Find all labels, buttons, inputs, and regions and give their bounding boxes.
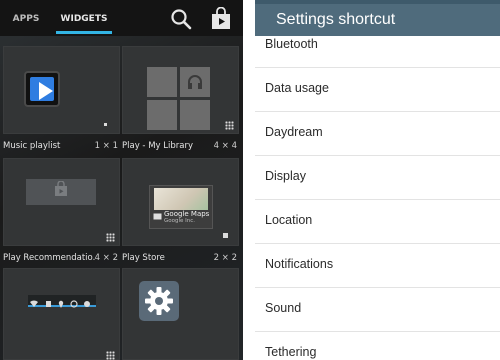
settings-shortcut-panel: Settings shortcut Bluetooth Data usage D… (255, 0, 500, 360)
search-icon[interactable] (170, 8, 192, 30)
widget-size: 2 × 2 (213, 253, 237, 263)
widget-tile-music-playlist[interactable] (3, 46, 120, 134)
settings-item-label: Sound (265, 301, 302, 315)
widget-tile-play-store[interactable]: Google Maps Google Inc. (122, 158, 239, 246)
preview-app-publisher: Google Inc. (164, 218, 196, 224)
settings-item-label: Bluetooth (265, 37, 318, 51)
settings-item-tethering[interactable]: Tethering (255, 332, 500, 360)
quick-settings-icons (30, 300, 90, 308)
widget-size: 4 × 2 (94, 253, 118, 263)
settings-item-bluetooth[interactable]: Bluetooth (255, 24, 500, 68)
music-playlist-preview (24, 71, 60, 107)
tab-widgets[interactable]: WIDGETS (56, 0, 112, 36)
size-indicator-icon (106, 233, 115, 242)
settings-item-display[interactable]: Display (255, 156, 500, 200)
size-indicator-icon (225, 121, 234, 130)
library-magazine-cell (147, 100, 177, 130)
preview-app-title: Google Maps (164, 210, 210, 218)
library-book-cell (147, 67, 177, 97)
map-thumbnail (154, 188, 208, 210)
widget-picker-panel: APPS WIDGETS Music playlist 1 × 1 Play -… (0, 0, 243, 360)
settings-item-notifications[interactable]: Notifications (255, 244, 500, 288)
library-movie-cell (180, 100, 210, 130)
widget-label: Play - My Library (122, 141, 193, 151)
quick-settings-bar (28, 295, 96, 308)
size-indicator-icon (223, 233, 228, 238)
settings-item-sound[interactable]: Sound (255, 288, 500, 332)
settings-item-label: Tethering (265, 345, 317, 359)
size-indicator-icon (106, 351, 115, 360)
shopping-bag-icon (153, 213, 162, 220)
widget-label: Play Recommendatio... (3, 253, 95, 263)
settings-item-label: Display (265, 169, 306, 183)
settings-item-label: Location (265, 213, 313, 227)
size-indicator-icon (104, 123, 107, 126)
play-icon (39, 82, 53, 100)
settings-app-icon (139, 281, 179, 321)
widget-size: 1 × 1 (94, 141, 118, 151)
widget-label: Music playlist (3, 141, 61, 151)
panel-divider (243, 0, 255, 360)
settings-item-location[interactable]: Location (255, 200, 500, 244)
tab-apps[interactable]: APPS (0, 0, 52, 36)
settings-item-daydream[interactable]: Daydream (255, 112, 500, 156)
settings-item-label: Data usage (265, 81, 329, 95)
widget-tile-play-recommendations[interactable] (3, 158, 120, 246)
play-store-preview: Google Maps Google Inc. (149, 185, 213, 229)
settings-item-label: Notifications (265, 257, 334, 271)
headphones-icon (188, 75, 202, 89)
settings-item-data-usage[interactable]: Data usage (255, 68, 500, 112)
screen: APPS WIDGETS Music playlist 1 × 1 Play -… (0, 0, 500, 360)
gear-icon (145, 287, 173, 315)
widget-tile-settings-shortcut[interactable] (122, 268, 239, 360)
widget-size: 4 × 4 (213, 141, 237, 151)
widget-label: Play Store (122, 253, 165, 263)
widget-picker-topbar: APPS WIDGETS (0, 0, 243, 36)
widget-tile-play-my-library[interactable] (122, 46, 239, 134)
shopping-bag-icon (55, 181, 67, 196)
settings-item-label: Daydream (265, 125, 323, 139)
play-store-icon[interactable] (209, 7, 233, 31)
widget-tile-power-control[interactable] (3, 268, 120, 360)
